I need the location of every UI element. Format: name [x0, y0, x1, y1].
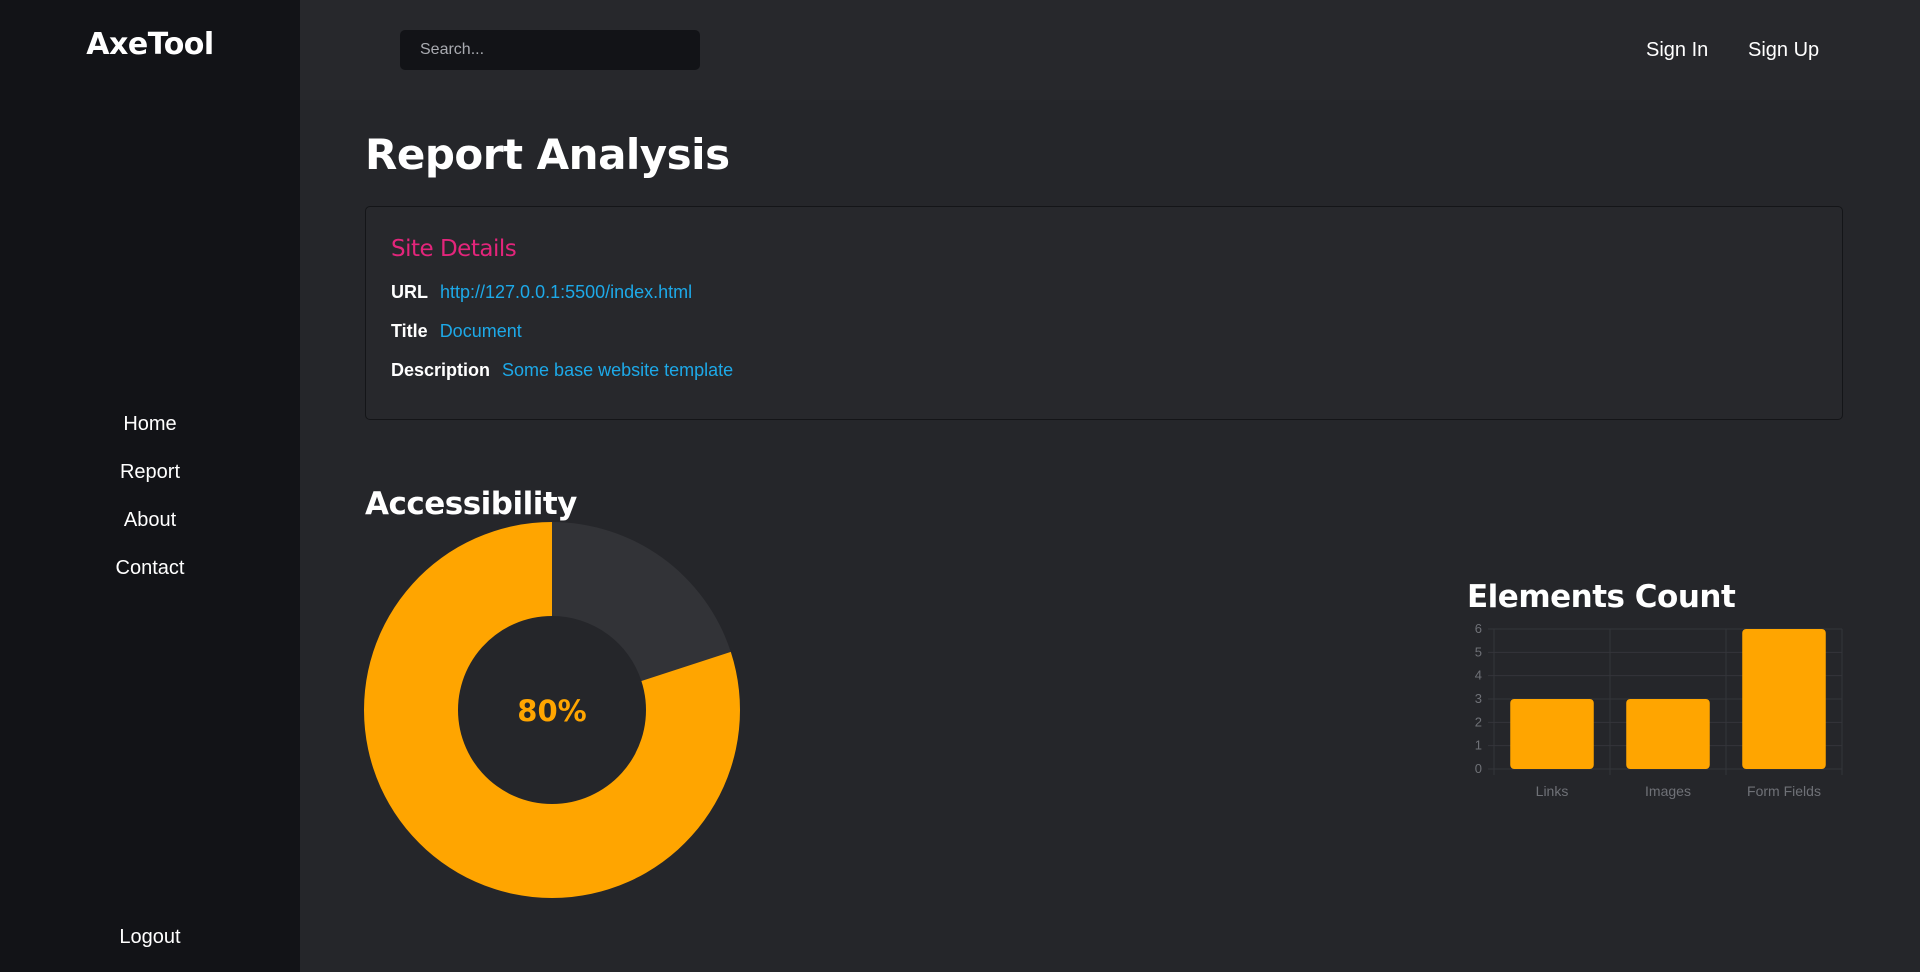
accessibility-heading: Accessibility — [365, 486, 577, 522]
elements-count-bar-chart: 0 1 2 3 4 5 6 Links Images Form Fields — [1464, 614, 1848, 804]
detail-row-url: URL http://127.0.0.1:5500/index.html — [391, 280, 692, 304]
detail-row-title: Title Document — [391, 319, 522, 343]
y-tick-label: 1 — [1475, 738, 1482, 753]
sidebar-item-report[interactable]: Report — [0, 456, 300, 504]
top-header: Sign In Sign Up — [300, 0, 1920, 100]
sidebar-nav: Home Report About Contact — [0, 408, 300, 600]
title-value: Document — [439, 321, 522, 341]
sidebar: AxeTool Home Report About Contact Logout — [0, 0, 300, 972]
y-tick-label: 4 — [1475, 668, 1482, 683]
bar-svg: 0 1 2 3 4 5 6 Links Images Form Fields — [1475, 621, 1843, 799]
x-tick-label: Form Fields — [1747, 783, 1821, 799]
accessibility-percent-label: 80% — [517, 694, 586, 728]
donut-svg: 80% — [363, 522, 740, 898]
y-tick-label: 0 — [1475, 761, 1482, 776]
y-tick-label: 2 — [1475, 714, 1482, 729]
url-label: URL — [391, 282, 428, 302]
sign-up-link[interactable]: Sign Up — [1748, 36, 1819, 64]
title-label: Title — [391, 321, 428, 341]
site-details-card: Site Details URL http://127.0.0.1:5500/in… — [365, 206, 1843, 420]
detail-row-description: Description Some base website template — [391, 358, 733, 382]
sidebar-item-home[interactable]: Home — [0, 408, 300, 456]
bar-links — [1510, 699, 1594, 769]
sidebar-item-contact[interactable]: Contact — [0, 552, 300, 600]
elements-count-heading: Elements Count — [1467, 579, 1736, 615]
app-logo[interactable]: AxeTool — [0, 27, 300, 62]
y-tick-label: 6 — [1475, 621, 1482, 636]
sidebar-item-about[interactable]: About — [0, 504, 300, 552]
y-tick-label: 3 — [1475, 691, 1482, 706]
site-details-heading: Site Details — [391, 236, 517, 262]
page-title: Report Analysis — [365, 130, 730, 179]
x-tick-label: Images — [1645, 783, 1691, 799]
donut-slice-remaining — [552, 522, 731, 681]
bar-form-fields — [1742, 629, 1826, 769]
sign-in-link[interactable]: Sign In — [1646, 36, 1708, 64]
logout-button[interactable]: Logout — [0, 922, 300, 952]
y-tick-label: 5 — [1475, 644, 1482, 659]
x-tick-label: Links — [1536, 783, 1569, 799]
accessibility-donut-chart: 80% — [363, 522, 740, 898]
description-label: Description — [391, 360, 491, 380]
url-value-link[interactable]: http://127.0.0.1:5500/index.html — [440, 282, 692, 302]
bar-images — [1626, 699, 1710, 769]
description-value: Some base website template — [502, 360, 734, 380]
search-input[interactable] — [400, 30, 700, 70]
